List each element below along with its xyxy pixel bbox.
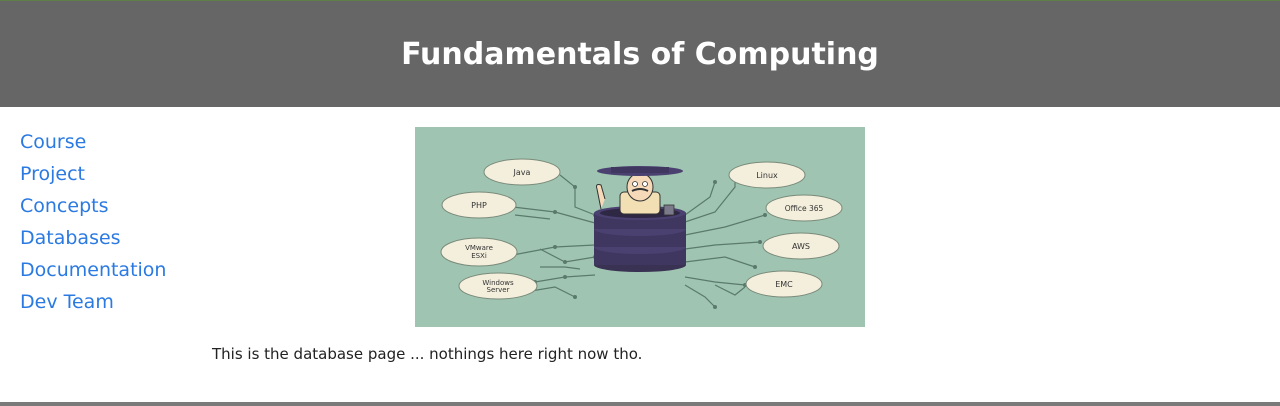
sidebar-nav: Course Project Concepts Databases Docume… — [20, 126, 166, 318]
database-illustration: Java PHP VMware ESXi Windows Server Linu… — [415, 127, 865, 327]
nav-link-course[interactable]: Course — [20, 126, 166, 158]
nav-link-concepts[interactable]: Concepts — [20, 190, 166, 222]
office-label: Office 365 — [785, 204, 824, 213]
nav-link-databases[interactable]: Databases — [20, 222, 166, 254]
linux-label: Linux — [756, 171, 778, 180]
database-stack-icon — [594, 206, 686, 272]
emc-label: EMC — [775, 280, 793, 289]
nav-link-documentation[interactable]: Documentation — [20, 254, 166, 286]
page-message: This is the database page ... nothings h… — [212, 345, 643, 363]
page-title: Fundamentals of Computing — [401, 36, 879, 72]
site-header: Fundamentals of Computing — [0, 1, 1280, 107]
nav-link-dev-team[interactable]: Dev Team — [20, 286, 166, 318]
vmware-label: VMware — [465, 244, 493, 252]
java-label: Java — [513, 168, 531, 177]
php-label: PHP — [471, 201, 487, 210]
aws-label: AWS — [792, 242, 810, 251]
esxi-label: ESXi — [471, 252, 487, 260]
footer-bar — [0, 402, 1280, 406]
server-label: Server — [487, 286, 510, 294]
nav-link-project[interactable]: Project — [20, 158, 166, 190]
